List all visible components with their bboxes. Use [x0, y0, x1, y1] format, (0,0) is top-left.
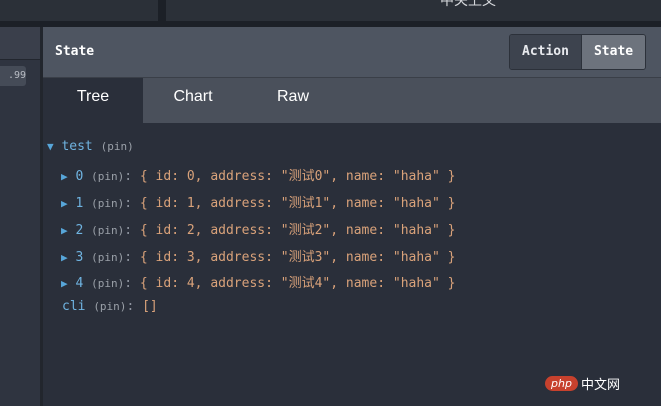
tree-key[interactable]: 3	[75, 250, 83, 265]
tree-key[interactable]: 1	[75, 196, 83, 211]
tree-key[interactable]: 0	[75, 169, 83, 184]
tree-value: { id: 3, address: "测试3", name: "haha" }	[139, 250, 456, 265]
tree-item: ▶ 3 (pin): { id: 3, address: "测试3", name…	[61, 246, 455, 265]
tree-root: ▼ test (pin)	[47, 139, 134, 154]
state-button[interactable]: State	[580, 35, 646, 69]
tree-item: ▶ 0 (pin): { id: 0, address: "测试0", name…	[61, 165, 455, 184]
php-logo: php	[545, 376, 578, 391]
tree-key[interactable]: cli	[62, 299, 85, 314]
tree-colon: :	[126, 299, 135, 314]
pin-toggle[interactable]: (pin)	[91, 197, 124, 210]
value-badge: .99	[0, 66, 26, 86]
php-watermark: php 中文网	[545, 374, 620, 393]
tree-value: { id: 1, address: "测试1", name: "haha" }	[139, 196, 456, 211]
pin-toggle[interactable]: (pin)	[93, 300, 126, 313]
tree-item: ▶ 2 (pin): { id: 2, address: "测试2", name…	[61, 219, 455, 238]
tree-key[interactable]: test	[61, 139, 92, 154]
view-toggle: Action State	[509, 34, 647, 70]
left-pane: .99	[0, 27, 41, 406]
left-pane-header	[0, 27, 40, 60]
tree-item: ▶ 1 (pin): { id: 1, address: "测试1", name…	[61, 192, 455, 211]
panel-title: State	[55, 44, 95, 59]
tree-item: ▶ 4 (pin): { id: 4, address: "测试4", name…	[61, 272, 455, 291]
pin-toggle[interactable]: (pin)	[91, 251, 124, 264]
window-title: 中关上文	[440, 0, 496, 9]
tree-value: { id: 2, address: "测试2", name: "haha" }	[139, 223, 456, 238]
watermark-text: 中文网	[580, 378, 620, 393]
tree-key[interactable]: 2	[75, 223, 83, 238]
triangle-right-icon[interactable]: ▶	[61, 170, 68, 183]
tree-colon: :	[124, 169, 133, 184]
panel-header: State Action State	[43, 27, 661, 78]
tree-colon: :	[124, 223, 133, 238]
state-tree: ▼ test (pin) ▶ 0 (pin): { id: 0, address…	[43, 123, 661, 406]
tree-value: { id: 0, address: "测试0", name: "haha" }	[139, 169, 456, 184]
triangle-down-icon[interactable]: ▼	[47, 140, 54, 153]
tab-bar: Tree Chart Raw	[43, 78, 661, 123]
triangle-right-icon[interactable]: ▶	[61, 251, 68, 264]
tree-value: []	[142, 299, 158, 314]
top-tab-left[interactable]	[0, 0, 158, 21]
triangle-right-icon[interactable]: ▶	[61, 224, 68, 237]
pin-toggle[interactable]: (pin)	[101, 140, 134, 153]
top-bar: 中关上文	[0, 0, 661, 27]
triangle-right-icon[interactable]: ▶	[61, 197, 68, 210]
tab-tree[interactable]: Tree	[43, 78, 143, 123]
tab-chart[interactable]: Chart	[143, 78, 243, 123]
tree-item-cli: cli (pin): []	[62, 299, 158, 314]
pin-toggle[interactable]: (pin)	[91, 170, 124, 183]
pin-toggle[interactable]: (pin)	[91, 224, 124, 237]
action-button[interactable]: Action	[510, 35, 581, 69]
tree-value: { id: 4, address: "测试4", name: "haha" }	[139, 276, 456, 291]
tab-raw[interactable]: Raw	[243, 78, 343, 123]
top-tab-right[interactable]	[166, 0, 661, 21]
tree-colon: :	[124, 196, 133, 211]
tree-colon: :	[124, 250, 133, 265]
pin-toggle[interactable]: (pin)	[91, 277, 124, 290]
triangle-right-icon[interactable]: ▶	[61, 277, 68, 290]
tree-colon: :	[124, 276, 133, 291]
tree-key[interactable]: 4	[75, 276, 83, 291]
